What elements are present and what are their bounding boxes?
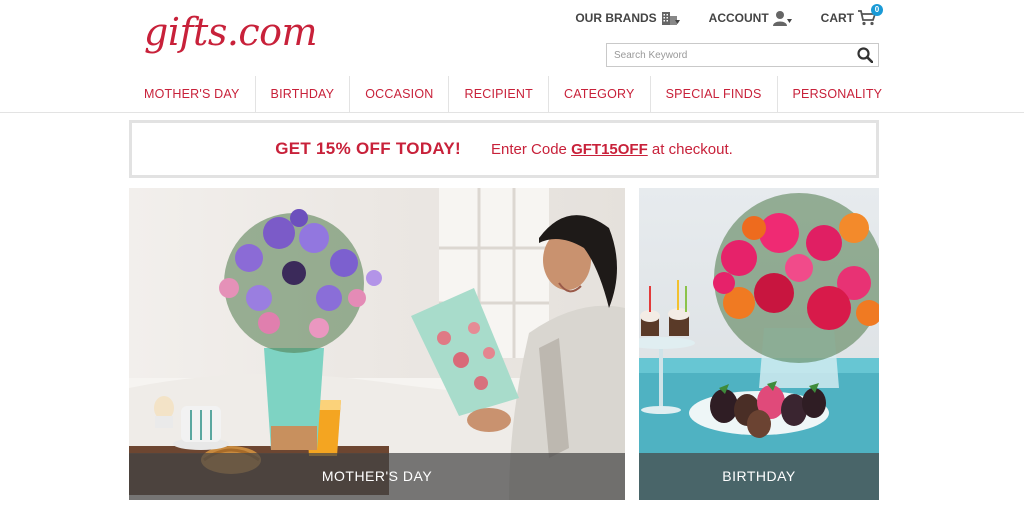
cart-link[interactable]: CART 0 [820,4,883,26]
search-icon [857,47,873,63]
search-input[interactable] [607,44,852,66]
main-nav: MOTHER'S DAY BIRTHDAY OCCASION RECIPIENT… [0,76,1024,113]
our-brands-label: OUR BRANDS [575,11,657,25]
site-logo[interactable]: gifts.com [144,10,318,68]
account-link[interactable]: ACCOUNT [709,10,793,26]
nav-item-personality[interactable]: PERSONALITY [778,76,898,113]
our-brands-link[interactable]: OUR BRANDS [575,10,680,26]
nav-item-special-finds[interactable]: SPECIAL FINDS [651,76,778,113]
account-label: ACCOUNT [708,11,769,25]
promo-headline: GET 15% OFF TODAY! [275,139,462,158]
nav-item-recipient[interactable]: RECIPIENT [449,76,549,113]
promo-text-before: Enter Code [491,140,567,158]
promo-text-after: at checkout. [651,140,733,158]
search-button[interactable] [852,44,878,66]
nav-item-occasion[interactable]: OCCASION [350,76,450,113]
search-bar [606,43,879,67]
user-icon [772,11,792,26]
tile-birthday[interactable]: BIRTHDAY [639,188,879,500]
cart-icon-wrap: 0 [858,4,883,26]
cart-count-badge: 0 [871,4,883,16]
promo-code: GFT15OFF [571,140,648,158]
utility-bar: OUR BRANDS ACCOUNT CART 0 [575,4,883,26]
cart-label: CART [820,11,854,25]
promo-details: Enter Code GFT15OFF at checkout. [491,141,733,158]
promo-banner[interactable]: GET 15% OFF TODAY! Enter Code GFT15OFF a… [129,120,879,178]
logo-text: gifts.com [144,10,318,54]
tile-caption-mothers-day: MOTHER'S DAY [129,453,625,500]
nav-item-category[interactable]: CATEGORY [549,76,651,113]
nav-item-mothers-day[interactable]: MOTHER'S DAY [129,76,256,113]
tile-mothers-day[interactable]: MOTHER'S DAY [129,188,625,500]
nav-item-birthday[interactable]: BIRTHDAY [256,76,351,113]
tile-caption-birthday: BIRTHDAY [639,453,879,500]
building-icon [661,12,680,25]
